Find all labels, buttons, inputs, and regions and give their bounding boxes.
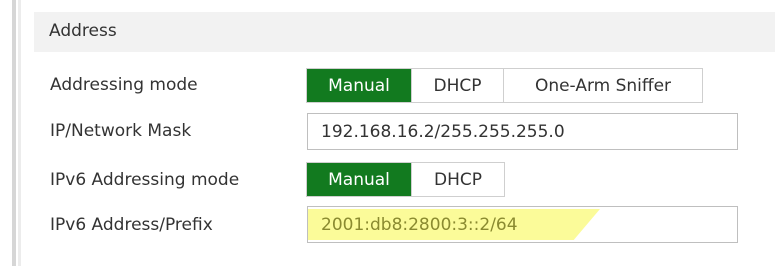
ipv6-addressing-mode-manual-button[interactable]: Manual bbox=[307, 163, 412, 196]
ipv6-addressing-mode-label: IPv6 Addressing mode bbox=[50, 170, 240, 190]
left-border bbox=[12, 0, 16, 266]
section-header: Address bbox=[34, 12, 775, 52]
section-title: Address bbox=[49, 21, 117, 41]
addressing-mode-label: Addressing mode bbox=[50, 75, 198, 95]
ipv6-addressing-mode-selector: Manual DHCP bbox=[306, 162, 505, 197]
addressing-mode-one-arm-sniffer-button[interactable]: One-Arm Sniffer bbox=[504, 69, 702, 102]
addressing-mode-dhcp-button[interactable]: DHCP bbox=[412, 69, 504, 102]
ip-mask-input[interactable]: 192.168.16.2/255.255.255.0 bbox=[307, 113, 738, 150]
left-border-inner bbox=[18, 0, 21, 266]
ipv6-address-input[interactable]: 2001:db8:2800:3::2/64 bbox=[307, 206, 738, 243]
ipv6-addressing-mode-dhcp-button[interactable]: DHCP bbox=[412, 163, 504, 196]
ipv6-address-value: 2001:db8:2800:3::2/64 bbox=[321, 214, 518, 235]
ipv6-address-label: IPv6 Address/Prefix bbox=[50, 215, 213, 235]
addressing-mode-manual-button[interactable]: Manual bbox=[307, 69, 412, 102]
ip-mask-label: IP/Network Mask bbox=[50, 121, 192, 141]
addressing-mode-selector: Manual DHCP One-Arm Sniffer bbox=[306, 68, 703, 103]
ip-mask-value: 192.168.16.2/255.255.255.0 bbox=[321, 121, 565, 142]
